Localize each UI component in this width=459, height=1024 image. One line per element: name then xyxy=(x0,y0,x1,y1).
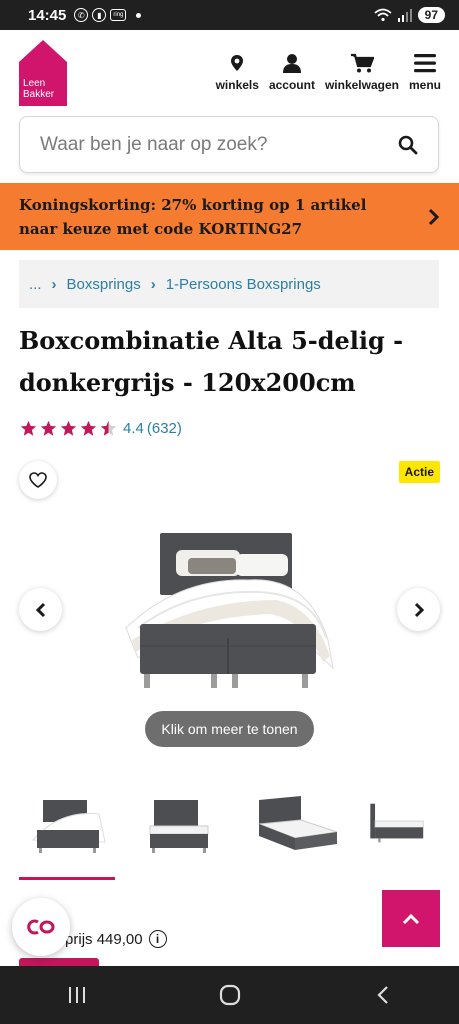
chevron-right-icon xyxy=(414,602,424,617)
active-thumbnail-indicator xyxy=(19,877,115,880)
promo-line-2: naar keuze met code KORTING27 xyxy=(19,219,303,238)
chevron-left-icon xyxy=(35,602,45,617)
leen-bakker-logo[interactable]: Leen Bakker xyxy=(19,40,67,106)
search-bar xyxy=(19,116,439,173)
whatsapp-icon: ✆ xyxy=(74,8,89,22)
product-title: Boxcombinatie Alta 5-delig - donkergrijs… xyxy=(19,320,444,404)
original-price-text: prijs 449,00 xyxy=(65,930,143,948)
clock: 14:45 xyxy=(28,6,67,24)
header-nav: winkels account winkelwagen menu xyxy=(216,52,441,92)
logo-text: Leen Bakker xyxy=(23,78,54,100)
show-more-button[interactable]: Klik om meer te tonen xyxy=(145,711,314,747)
breadcrumb-1-persoons-boxsprings[interactable]: 1-Persoons Boxsprings xyxy=(166,276,321,293)
back-button[interactable] xyxy=(353,975,413,1015)
sale-price-partial xyxy=(19,958,99,966)
gallery-prev-button[interactable] xyxy=(19,588,62,631)
back-to-top-button[interactable] xyxy=(382,890,440,947)
logo-word-2: Bakker xyxy=(23,89,55,100)
ring-icon: ring xyxy=(110,9,127,21)
nav-menu-label: menu xyxy=(408,78,441,92)
notification-icon: ▮ xyxy=(92,8,107,22)
actie-badge: Actie xyxy=(398,461,440,483)
battery-indicator: 97 xyxy=(417,7,445,23)
android-nav-bar xyxy=(0,966,459,1024)
user-icon xyxy=(282,54,301,73)
recent-apps-button[interactable] xyxy=(47,975,107,1015)
breadcrumb: ... › Boxsprings › 1-Persoons Boxsprings xyxy=(19,260,439,308)
product-title-line-2: donkergrijs - 120x200cm xyxy=(19,368,356,397)
system-icons: 97 xyxy=(374,7,445,23)
star-icon xyxy=(80,420,97,436)
star-icon xyxy=(20,420,37,436)
thumbnail-4[interactable] xyxy=(364,790,439,860)
search-input[interactable] xyxy=(40,133,398,156)
site-header: Leen Bakker winkels account winkelwagen … xyxy=(0,30,459,112)
chevron-up-icon xyxy=(402,913,420,924)
home-button[interactable] xyxy=(200,975,260,1015)
star-icon xyxy=(60,420,77,436)
signal-icon xyxy=(397,8,412,22)
star-icon xyxy=(40,420,57,436)
home-icon xyxy=(219,984,240,1006)
breadcrumb-boxsprings[interactable]: Boxsprings xyxy=(67,276,141,293)
promo-text: Koningskorting: 27% korting op 1 artikel… xyxy=(19,193,428,241)
thumbnail-1[interactable] xyxy=(19,790,114,860)
breadcrumb-ellipsis[interactable]: ... xyxy=(29,276,42,293)
nav-winkelwagen[interactable]: winkelwagen xyxy=(325,52,399,92)
nav-account-label: account xyxy=(268,78,315,92)
heart-icon xyxy=(29,472,47,488)
nav-account[interactable]: account xyxy=(269,52,315,92)
chevron-right-icon: › xyxy=(51,275,57,293)
half-star-icon xyxy=(100,420,117,436)
cart-icon xyxy=(350,53,374,73)
review-count[interactable]: (632) xyxy=(147,420,182,437)
nav-winkels[interactable]: winkels xyxy=(216,52,259,92)
nav-winkels-label: winkels xyxy=(215,78,259,92)
thumbnail-2[interactable] xyxy=(134,790,229,860)
nav-menu[interactable]: menu xyxy=(409,52,441,92)
promo-banner[interactable]: Koningskorting: 27% korting op 1 artikel… xyxy=(0,183,459,250)
info-icon[interactable]: i xyxy=(148,930,167,948)
thumbnail-strip xyxy=(19,790,459,880)
product-rating[interactable]: 4.4 (632) xyxy=(20,420,182,437)
product-title-line-1: Boxcombinatie Alta 5-delig - xyxy=(19,326,404,355)
gallery-next-button[interactable] xyxy=(397,588,440,631)
chat-logo-icon xyxy=(27,919,55,935)
favorite-button[interactable] xyxy=(19,461,57,499)
nav-winkelwagen-label: winkelwagen xyxy=(324,78,399,92)
chat-button[interactable] xyxy=(12,898,70,956)
product-main-image[interactable] xyxy=(118,528,338,693)
location-pin-icon xyxy=(231,55,244,71)
wifi-icon xyxy=(374,8,392,22)
chevron-right-icon: › xyxy=(150,275,156,293)
logo-word-1: Leen xyxy=(23,78,46,89)
thumbnail-3[interactable] xyxy=(249,790,344,860)
rating-value: 4.4 xyxy=(123,420,144,437)
hamburger-menu-icon xyxy=(413,54,436,73)
promo-line-1: Koningskorting: 27% korting op 1 artikel xyxy=(19,195,367,214)
more-notifications-dot-icon xyxy=(136,12,142,18)
status-bar: 14:45 ✆ ▮ ring 97 xyxy=(0,0,459,30)
search-icon[interactable] xyxy=(398,135,418,155)
recent-apps-icon xyxy=(68,987,85,1003)
chevron-right-icon xyxy=(428,208,440,225)
back-icon xyxy=(376,986,388,1004)
notification-icons: ✆ ▮ ring xyxy=(74,8,142,22)
